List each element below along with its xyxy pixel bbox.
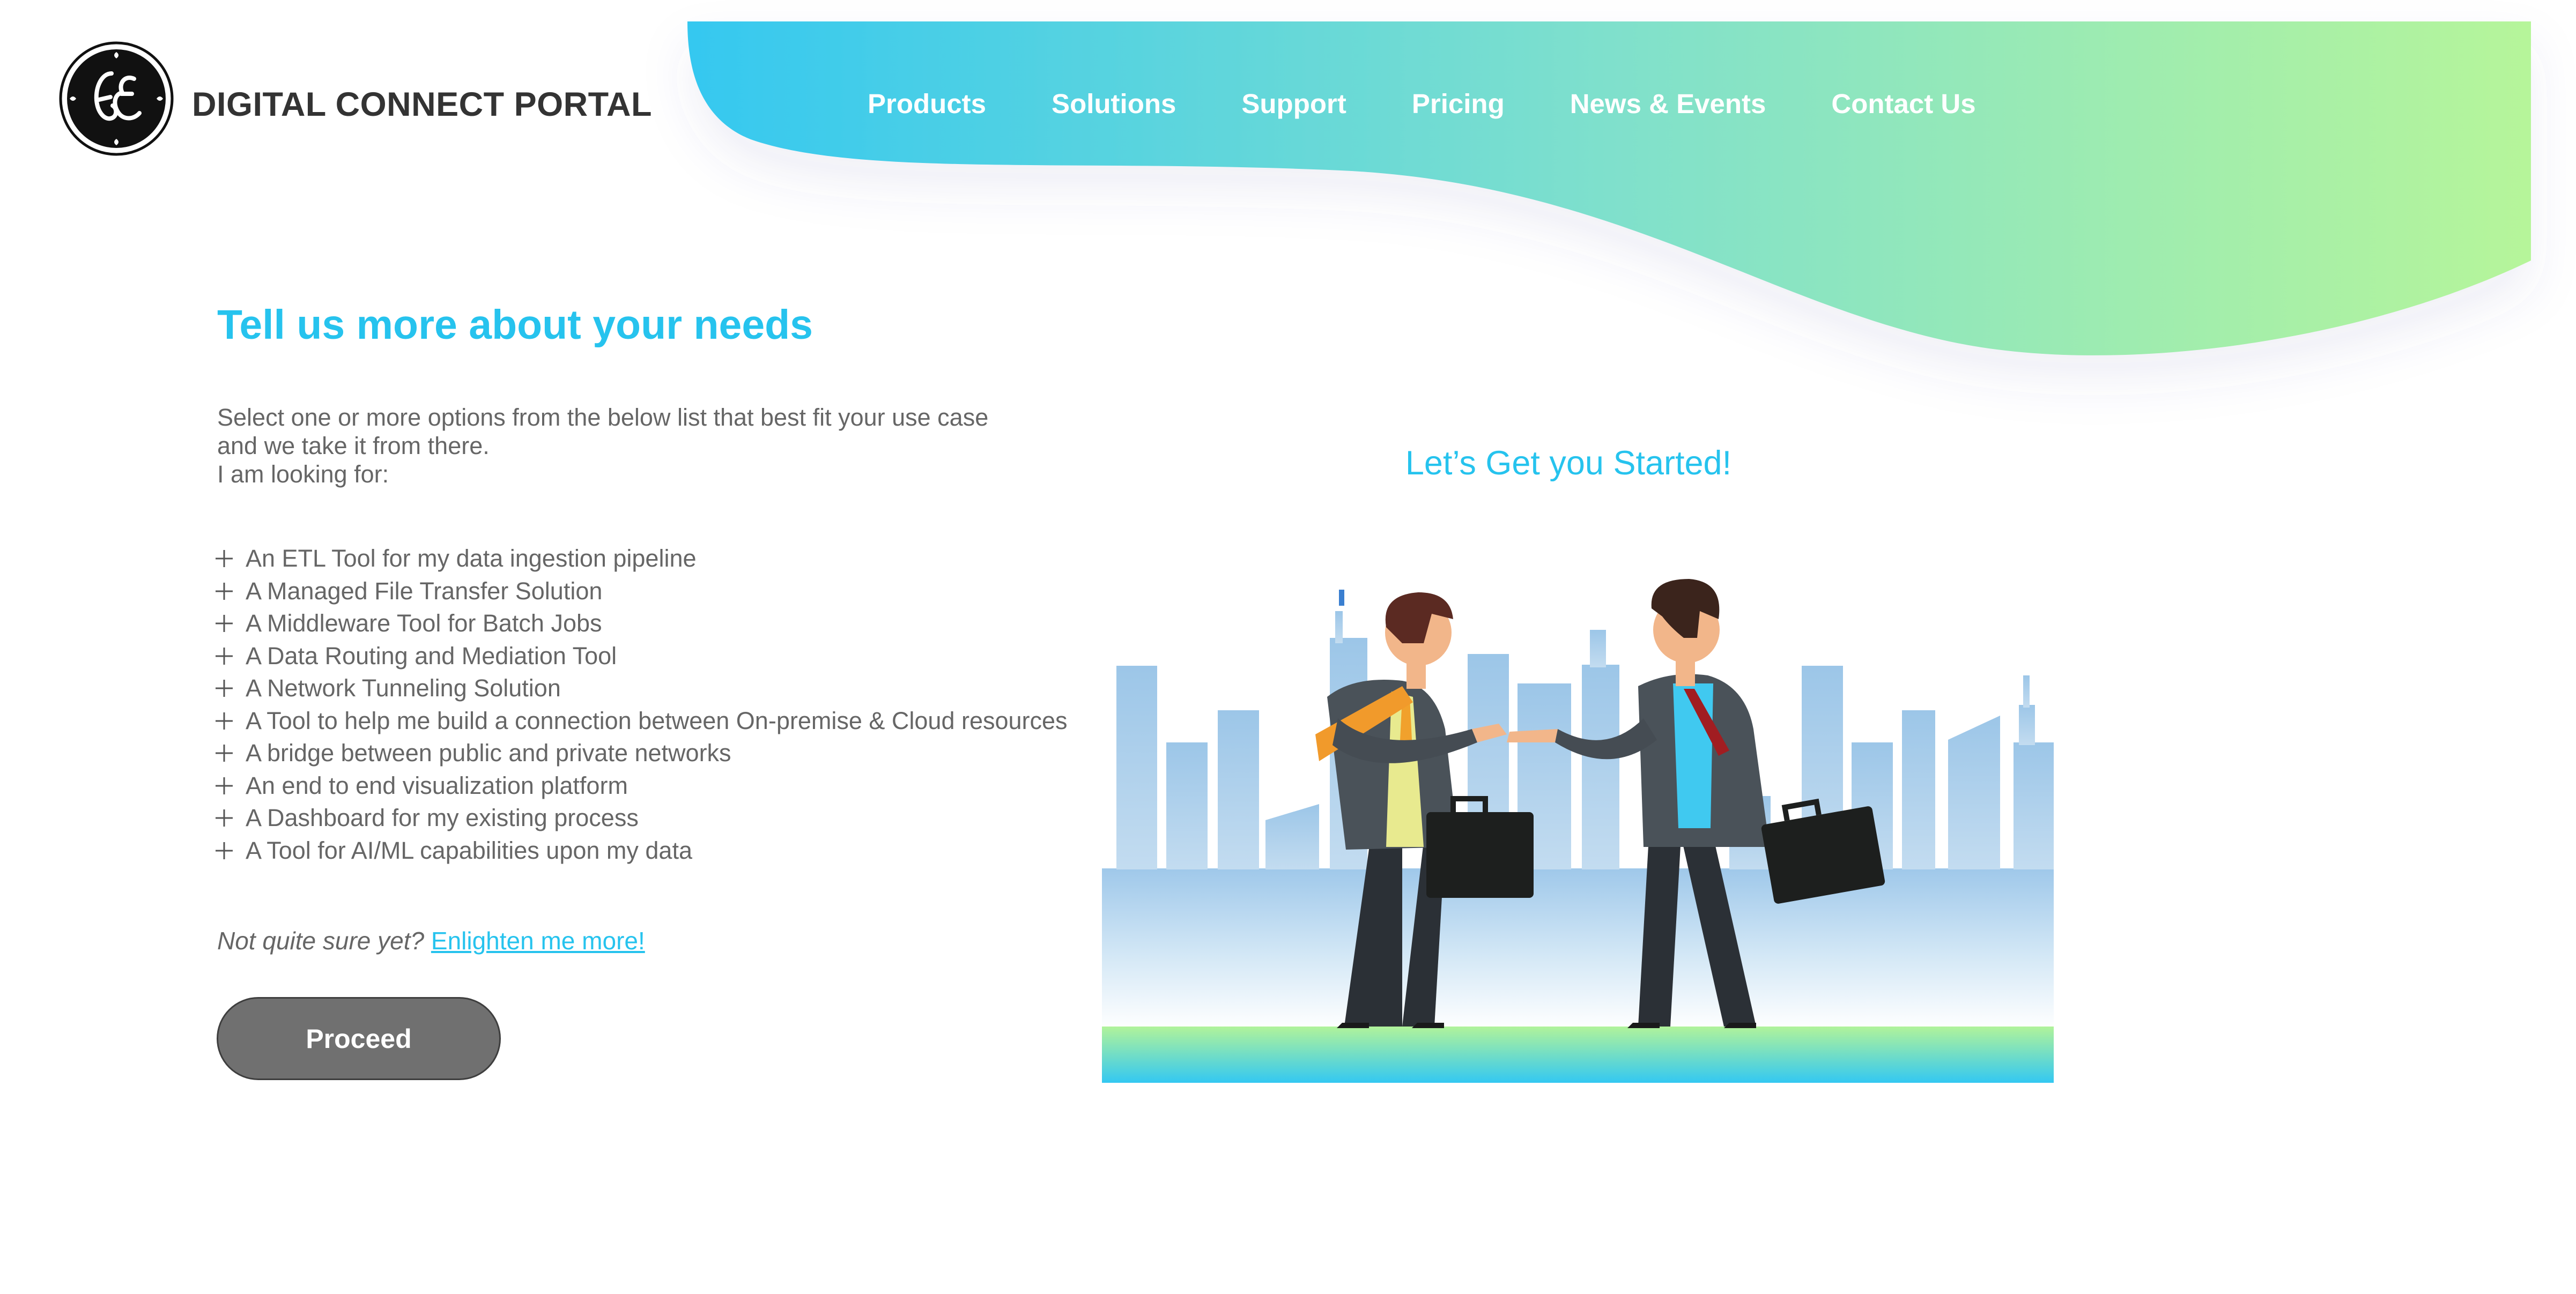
option-label: An end to end visualization platform xyxy=(246,771,628,799)
nav-item-pricing[interactable]: Pricing xyxy=(1412,83,1505,125)
option-onprem-cloud-connection[interactable]: A Tool to help me build a connection bet… xyxy=(214,705,1068,738)
option-label: A Data Routing and Mediation Tool xyxy=(246,642,617,670)
intro-line: I am looking for: xyxy=(217,460,389,488)
illustration-tagline: Let’s Get you Started! xyxy=(1405,444,1732,482)
enlighten-me-link[interactable]: Enlighten me more! xyxy=(431,927,645,955)
intro-line: Select one or more options from the belo… xyxy=(217,404,989,431)
plus-icon xyxy=(216,647,233,665)
option-network-tunneling[interactable]: A Network Tunneling Solution xyxy=(214,672,1068,705)
plus-icon xyxy=(216,615,233,633)
option-middleware-batch[interactable]: A Middleware Tool for Batch Jobs xyxy=(214,607,1068,640)
plus-icon xyxy=(216,842,233,859)
proceed-button[interactable]: Proceed xyxy=(217,997,501,1080)
ge-monogram-icon[interactable] xyxy=(59,41,174,156)
page-heading: Tell us more about your needs xyxy=(217,302,813,348)
option-label: A Tool to help me build a connection bet… xyxy=(246,707,1068,734)
option-visualization-platform[interactable]: An end to end visualization platform xyxy=(214,770,1068,802)
help-hint: Not quite sure yet? Enlighten me more! xyxy=(217,926,645,955)
option-label: A bridge between public and private netw… xyxy=(246,739,731,767)
option-data-routing[interactable]: A Data Routing and Mediation Tool xyxy=(214,640,1068,673)
nav-item-support[interactable]: Support xyxy=(1241,83,1346,125)
option-managed-file-transfer[interactable]: A Managed File Transfer Solution xyxy=(214,575,1068,608)
option-etl-tool[interactable]: An ETL Tool for my data ingestion pipeli… xyxy=(214,542,1068,575)
nav-item-products[interactable]: Products xyxy=(868,83,986,125)
nav-item-solutions[interactable]: Solutions xyxy=(1052,83,1176,125)
option-label: An ETL Tool for my data ingestion pipeli… xyxy=(246,545,697,572)
header-wave-background xyxy=(687,21,2531,355)
plus-icon xyxy=(216,582,233,600)
nav-item-news-events[interactable]: News & Events xyxy=(1570,83,1766,125)
main-nav: Products Solutions Support Pricing News … xyxy=(868,83,1976,125)
options-list: An ETL Tool for my data ingestion pipeli… xyxy=(214,542,1068,867)
option-dashboard[interactable]: A Dashboard for my existing process xyxy=(214,802,1068,835)
option-label: A Middleware Tool for Batch Jobs xyxy=(246,609,602,637)
option-label: A Network Tunneling Solution xyxy=(246,674,561,702)
nav-item-contact-us[interactable]: Contact Us xyxy=(1831,83,1975,125)
plus-icon xyxy=(216,712,233,730)
plus-icon xyxy=(216,809,233,827)
plus-icon xyxy=(216,777,233,794)
plus-icon xyxy=(216,680,233,697)
plus-icon xyxy=(216,745,233,762)
hint-text: Not quite sure yet? xyxy=(217,927,425,955)
portal-title: DIGITAL CONNECT PORTAL xyxy=(192,86,652,123)
option-label: A Managed File Transfer Solution xyxy=(246,577,603,605)
plus-icon xyxy=(216,550,233,568)
option-label: A Dashboard for my existing process xyxy=(246,804,639,832)
intro-text: Select one or more options from the belo… xyxy=(217,403,1021,488)
intro-line: and we take it from there. xyxy=(217,432,490,459)
option-network-bridge[interactable]: A bridge between public and private netw… xyxy=(214,737,1068,770)
option-label: A Tool for AI/ML capabilities upon my da… xyxy=(246,836,692,864)
business-handshake-illustration xyxy=(1102,579,2054,1083)
option-ai-ml[interactable]: A Tool for AI/ML capabilities upon my da… xyxy=(214,835,1068,867)
